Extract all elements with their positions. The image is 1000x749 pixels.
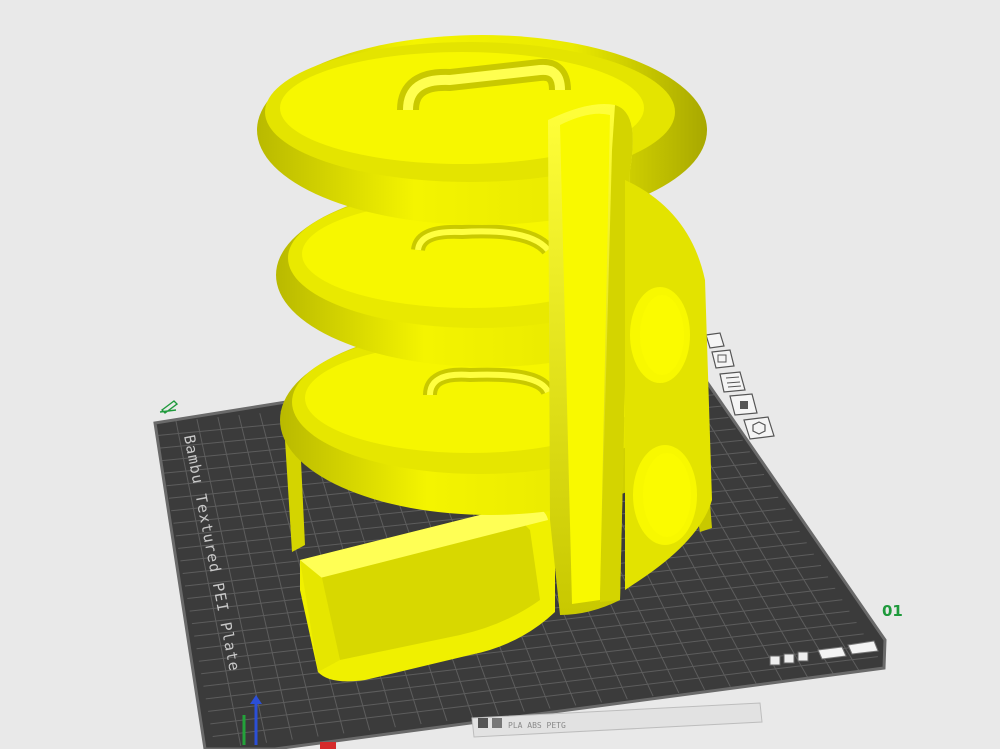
plate-type-icon (492, 718, 502, 728)
3d-viewport[interactable]: Bambu Textured PEI Plate 01 PLA ABS PETG (0, 0, 1000, 749)
delete-plate-icon[interactable] (769, 655, 781, 666)
lock-icon[interactable] (729, 393, 758, 416)
edit-plate-icon[interactable] (159, 400, 179, 414)
plate-number[interactable]: 01 (882, 602, 903, 620)
filament-icon (478, 718, 488, 728)
arrange-icon[interactable] (705, 332, 725, 349)
filament-tag: PLA ABS PETG (508, 721, 566, 730)
fit-plate-icon[interactable] (783, 653, 795, 664)
settings-icon[interactable] (743, 416, 775, 440)
move-plate-icon[interactable] (797, 651, 809, 662)
layout-icon[interactable] (719, 371, 746, 393)
x-axis (320, 742, 336, 749)
orient-icon[interactable] (711, 349, 735, 369)
